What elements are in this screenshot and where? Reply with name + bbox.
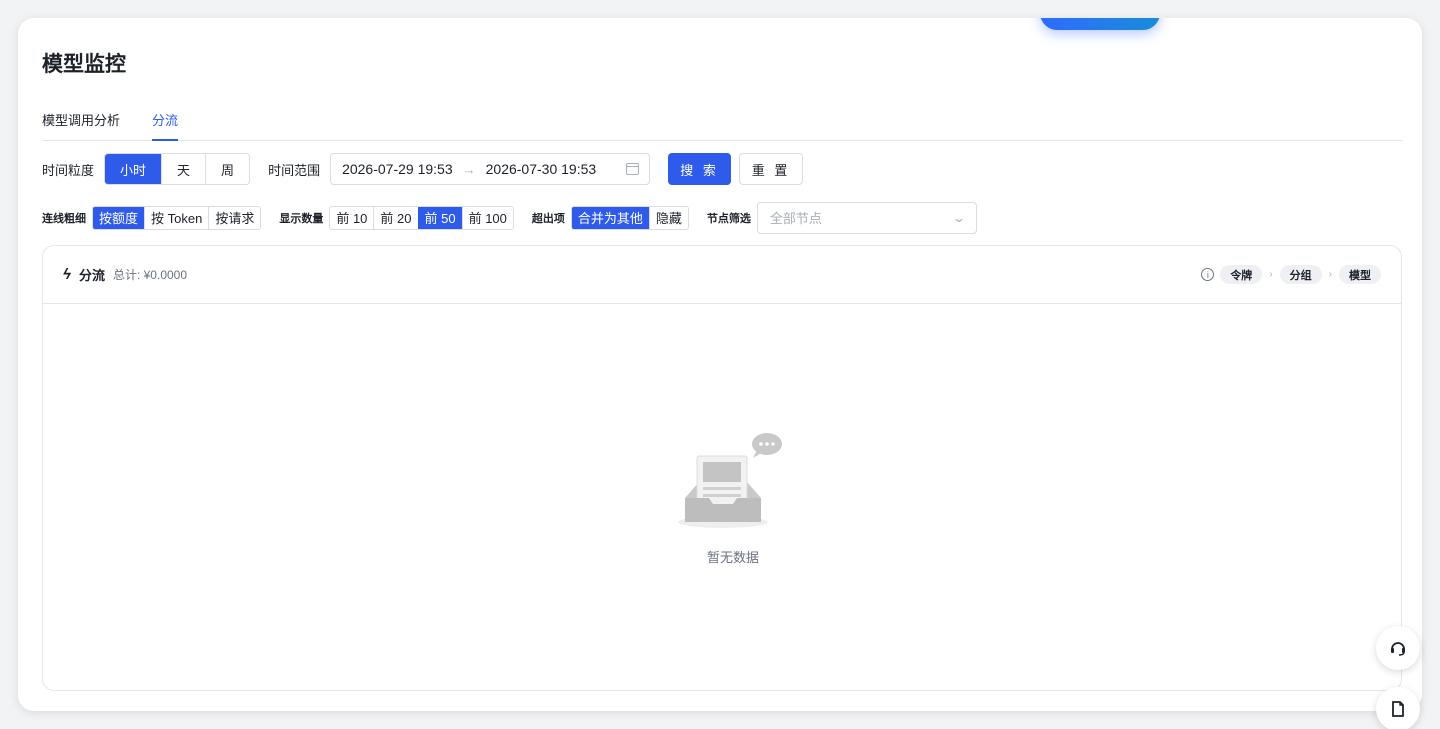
- date-range-picker[interactable]: 2026-07-29 19:53 → 2026-07-30 19:53: [330, 153, 651, 185]
- count-top-50[interactable]: 前 50: [417, 206, 462, 229]
- filter-row-time: 时间粒度 小时 天 周 时间范围 2026-07-29 19:53 → 2026…: [42, 153, 811, 185]
- overflow-merge-other[interactable]: 合并为其他: [571, 206, 649, 229]
- time-granularity-label: 时间粒度: [42, 162, 95, 178]
- empty-text: 暂无数据: [706, 550, 759, 565]
- weight-by-token[interactable]: 按 Token: [144, 206, 209, 229]
- display-count-segment: 前 10 前 20 前 50 前 100: [329, 205, 514, 230]
- crumb-token: 令牌: [1220, 265, 1263, 284]
- node-filter-label: 节点筛选: [706, 212, 751, 225]
- granularity-week[interactable]: 周: [205, 154, 250, 184]
- count-top-20[interactable]: 前 20: [373, 206, 418, 229]
- range-arrow-icon: →: [462, 161, 476, 177]
- floating-action-blob[interactable]: [1040, 18, 1160, 30]
- chevron-right-icon: ›: [1269, 269, 1273, 280]
- split-panel: ϟ 分流 总计: ¥0.0000 i 令牌 › 分组 › 模型 暂无数据: [42, 245, 1402, 691]
- document-icon: [1392, 701, 1404, 717]
- customer-service-button[interactable]: [1376, 626, 1420, 670]
- overflow-segment: 合并为其他 隐藏: [570, 205, 689, 230]
- crumb-group: 分组: [1279, 265, 1322, 284]
- tab-bar: 模型调用分析 分流: [42, 110, 1402, 141]
- search-button[interactable]: 搜 索: [668, 153, 732, 185]
- weight-by-request[interactable]: 按请求: [208, 206, 261, 229]
- info-icon[interactable]: i: [1201, 268, 1215, 281]
- node-filter-placeholder: 全部节点: [769, 211, 822, 226]
- main-card: 模型监控 模型调用分析 分流 时间粒度 小时 天 周 时间范围 2026-07-…: [18, 18, 1422, 711]
- weight-by-quota[interactable]: 按额度: [93, 206, 145, 229]
- page-title: 模型监控: [42, 53, 126, 76]
- flow-breadcrumb: i 令牌 › 分组 › 模型: [1201, 265, 1381, 284]
- count-top-10[interactable]: 前 10: [330, 206, 374, 229]
- link-weight-segment: 按额度 按 Token 按请求: [92, 205, 262, 230]
- time-range-label: 时间范围: [268, 162, 321, 178]
- time-granularity-segment: 小时 天 周: [104, 153, 251, 185]
- document-button[interactable]: [1376, 687, 1420, 729]
- range-start[interactable]: 2026-07-29 19:53: [342, 161, 453, 177]
- empty-inbox-icon: [678, 433, 782, 528]
- count-top-100[interactable]: 前 100: [461, 206, 513, 229]
- overflow-label: 超出项: [531, 212, 565, 225]
- empty-state: 暂无数据: [673, 432, 793, 566]
- granularity-day[interactable]: 天: [161, 154, 206, 184]
- granularity-hour[interactable]: 小时: [105, 154, 162, 184]
- range-end[interactable]: 2026-07-30 19:53: [486, 161, 597, 177]
- crumb-model: 模型: [1339, 265, 1381, 284]
- calendar-icon[interactable]: [626, 163, 640, 175]
- headset-icon: [1391, 642, 1405, 656]
- tab-split[interactable]: 分流: [152, 110, 179, 141]
- panel-header: ϟ 分流 总计: ¥0.0000 i 令牌 › 分组 › 模型: [43, 246, 1401, 304]
- link-weight-label: 连线粗细: [42, 212, 86, 225]
- chevron-right-icon: ›: [1328, 269, 1332, 280]
- display-count-label: 显示数量: [279, 212, 324, 225]
- panel-title: 分流: [78, 268, 105, 283]
- lightning-icon: ϟ: [63, 266, 71, 283]
- overflow-hide[interactable]: 隐藏: [648, 206, 688, 229]
- tab-call-analysis[interactable]: 模型调用分析: [42, 110, 120, 141]
- panel-total: 总计: ¥0.0000: [112, 268, 188, 282]
- node-filter-select[interactable]: 全部节点 ⌄: [756, 201, 977, 234]
- chevron-down-icon: ⌄: [951, 210, 966, 225]
- filter-row-display: 连线粗细 按额度 按 Token 按请求 显示数量 前 10 前 20 前 50…: [42, 201, 977, 234]
- reset-button[interactable]: 重 置: [739, 153, 804, 185]
